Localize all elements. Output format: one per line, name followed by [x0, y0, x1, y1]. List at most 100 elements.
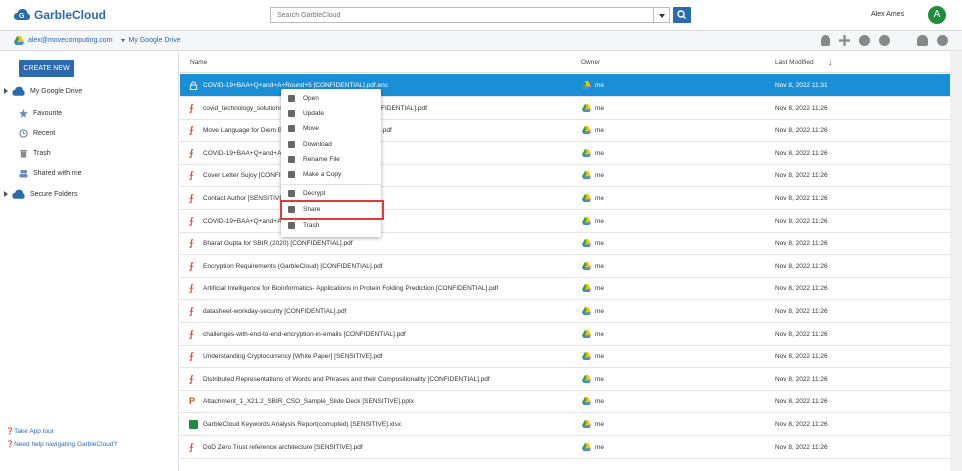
menu-divider	[281, 184, 381, 185]
menu-item-make-a-copy[interactable]: Make a Copy	[281, 167, 381, 182]
table-row[interactable]: ⨍ Understanding Cryptocurrency [White Pap…	[180, 345, 950, 369]
scrollbar[interactable]	[950, 51, 962, 471]
avatar[interactable]: A	[928, 6, 946, 24]
file-name[interactable]: covid_technology_solutions	[203, 105, 283, 112]
copy-icon	[288, 171, 295, 178]
menu-item-rename-file[interactable]: Rename File	[281, 152, 381, 167]
file-name[interactable]: Attachment_1_X21.2_SBIR_CSO_Sample_Slide…	[203, 398, 414, 405]
column-name[interactable]: Name	[190, 59, 207, 66]
sidebar-item-recent[interactable]: Recent	[0, 125, 179, 141]
breadcrumb-drive[interactable]: My Google Drive	[129, 37, 181, 44]
table-row[interactable]: ⨍ Distributed Representations of Words an…	[180, 368, 950, 391]
cloud-icon	[12, 189, 25, 199]
cloud-download-icon[interactable]	[879, 35, 890, 46]
move-icon	[288, 125, 295, 132]
pdf-icon: ⨍	[189, 283, 194, 294]
sidebar-item-trash[interactable]: Trash	[0, 145, 179, 161]
table-row[interactable]: ⨍ Artificial Intelligence for Bioinformat…	[180, 277, 950, 301]
table-row[interactable]: ⨍ challenges-with-end-to-end-encryption-i…	[180, 323, 950, 346]
file-name[interactable]: Move Language for Diem B	[203, 127, 282, 134]
sidebar-item-label: Secure Folders	[30, 190, 78, 198]
search-input[interactable]	[270, 7, 654, 23]
sort-down-icon[interactable]: ↓	[828, 57, 833, 67]
file-name[interactable]: GarbleCloud Keywords Analysis Report(cor…	[203, 421, 401, 428]
menu-item-move[interactable]: Move	[281, 121, 381, 136]
chevron-down-icon[interactable]	[120, 39, 125, 42]
file-name[interactable]: Artificial Intelligence for Bioinformati…	[203, 285, 498, 292]
search-button[interactable]	[673, 7, 691, 23]
menu-item-trash[interactable]: Trash	[281, 218, 381, 233]
download-icon	[288, 141, 295, 148]
cloud-upload-icon[interactable]	[859, 35, 870, 46]
file-date: Nov 8, 2022 11:26	[775, 375, 828, 383]
menu-item-download[interactable]: Download	[281, 137, 381, 152]
file-name[interactable]: Distributed Representations of Words and…	[203, 376, 490, 383]
column-owner[interactable]: Owner	[581, 59, 600, 66]
add-user-icon[interactable]	[917, 35, 928, 46]
file-name[interactable]: Bharat Gupta for SBIR (2020) [CONFIDENTI…	[203, 240, 353, 247]
google-drive-icon	[582, 194, 591, 202]
file-date: Nov 8, 2022 11:26	[775, 353, 828, 361]
app-logo[interactable]: G GarbleCloud	[14, 8, 106, 22]
xlsx-icon	[189, 420, 198, 429]
pencil-icon	[288, 156, 295, 163]
menu-item-decrypt[interactable]: Decrypt	[281, 186, 381, 201]
file-owner: me	[595, 443, 605, 451]
file-owner: me	[595, 421, 605, 428]
file-date: Nov 8, 2022 11:26	[775, 285, 828, 293]
search-dropdown-button[interactable]	[654, 7, 670, 23]
sidebar-item-shared-with-me[interactable]: Shared with me	[0, 165, 179, 181]
pptx-icon: P	[189, 396, 196, 407]
lock-icon	[189, 81, 198, 90]
table-row[interactable]: ⨍ DoD Zero Trust reference architecture […	[180, 436, 950, 459]
svg-text:G: G	[19, 13, 25, 20]
table-row[interactable]: P Attachment_1_X21.2_SBIR_CSO_Sample_Slid…	[180, 390, 950, 414]
file-name[interactable]: COVID-19+BAA+Q+and+A+Round+5 [CONFIDENTI…	[203, 82, 388, 89]
gear-icon[interactable]	[937, 35, 948, 46]
file-name[interactable]: COVID-19+BAA+Q+and+A+	[203, 150, 285, 157]
star-icon	[19, 108, 28, 118]
trash-icon	[288, 222, 295, 229]
file-name[interactable]: COVID-19+BAA+Q+and+A+	[203, 218, 285, 225]
menu-label: Make a Copy	[303, 171, 342, 178]
file-owner: me	[595, 195, 605, 202]
expand-icon[interactable]	[4, 88, 8, 94]
google-drive-icon	[582, 126, 591, 135]
account-email[interactable]: alex@movecomputing.com	[28, 37, 113, 44]
pdf-icon: ⨍	[189, 306, 194, 316]
table-row[interactable]: ⨍ Encryption Requirements (GarbleCloud) […	[180, 255, 950, 278]
google-drive-icon	[582, 442, 591, 451]
table-row[interactable]: GarbleCloud Keywords Analysis Report(cor…	[180, 413, 950, 436]
pdf-icon: ⨍	[189, 441, 194, 452]
bell-icon[interactable]	[821, 35, 830, 46]
file-owner: me	[595, 149, 605, 157]
move-icon[interactable]	[839, 35, 850, 46]
table-row[interactable]: ⨍ datasheet-workday-security [CONFIDENTIA…	[180, 300, 950, 323]
file-name[interactable]: Contact Author [SENSITIVE]	[203, 195, 285, 202]
create-new-button[interactable]: CREATE NEW	[19, 60, 74, 77]
google-drive-icon	[582, 81, 591, 89]
menu-label: Open	[303, 95, 319, 102]
file-name[interactable]: DoD Zero Trust reference architecture [S…	[203, 444, 363, 451]
file-name[interactable]: Understanding Cryptocurrency [White Pape…	[203, 353, 383, 360]
column-last-modified[interactable]: Last Modified	[775, 59, 814, 66]
file-date: Nov 8, 2022 11:31	[775, 82, 828, 89]
file-name[interactable]: Encryption Requirements (GarbleCloud) [C…	[203, 263, 383, 270]
sidebar-item-my-google-drive[interactable]: My Google Drive	[0, 83, 179, 99]
menu-label: Decrypt	[303, 190, 326, 197]
sidebar-item-secure-folders[interactable]: Secure Folders	[0, 186, 179, 202]
breadcrumb: alex@movecomputing.com My Google Drive	[14, 36, 181, 45]
file-name[interactable]: Cover Letter Sujoy [CONFID	[203, 172, 285, 179]
file-date: Nov 8, 2022 11:26	[775, 240, 828, 248]
help-link[interactable]: ❓Need help navigating GarbleCloud?	[6, 440, 117, 448]
take-app-tour-link[interactable]: ❓Take App tour	[6, 427, 54, 435]
sidebar-item-favourite[interactable]: Favourite	[0, 105, 179, 121]
file-name[interactable]: challenges-with-end-to-end-encryption-in…	[203, 331, 406, 338]
trash-icon	[19, 149, 28, 158]
garblecloud-logo-icon: G	[14, 9, 30, 20]
menu-item-open[interactable]: Open	[281, 91, 381, 106]
google-drive-icon	[14, 36, 24, 45]
file-name[interactable]: datasheet-workday-security [CONFIDENTIAL…	[203, 308, 346, 315]
expand-icon[interactable]	[4, 191, 8, 197]
menu-item-update[interactable]: Update	[281, 106, 381, 121]
